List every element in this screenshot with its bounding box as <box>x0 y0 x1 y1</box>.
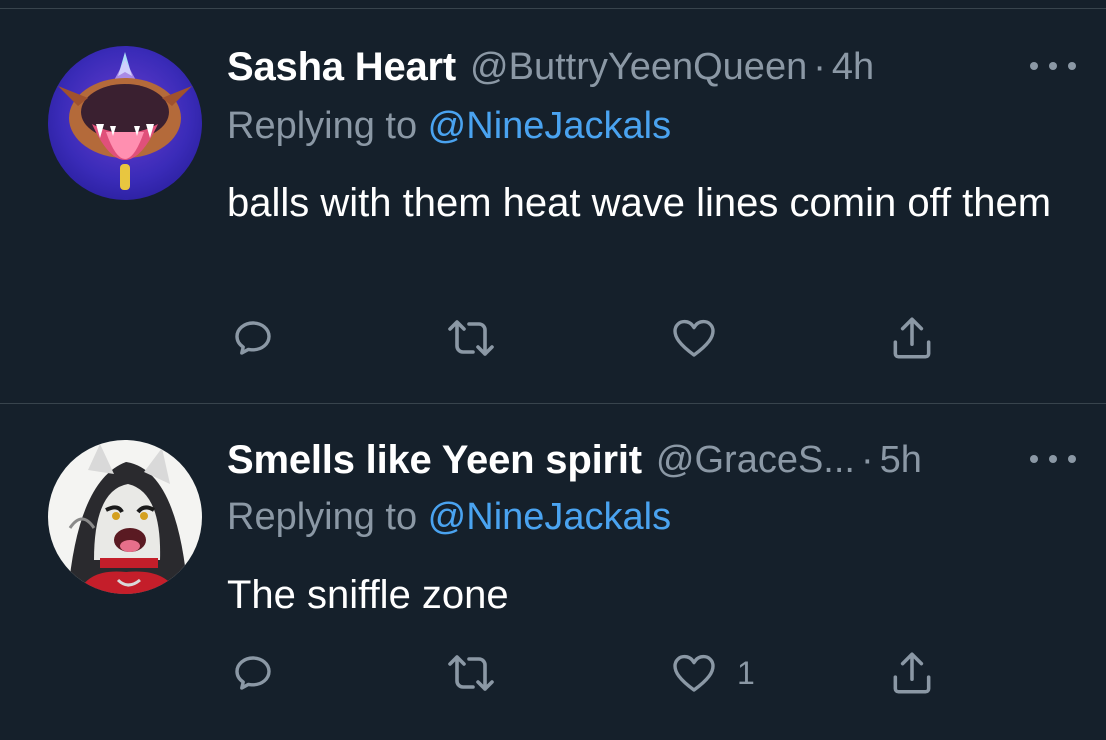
avatar-image <box>48 46 202 200</box>
replying-prefix: Replying to <box>227 496 428 538</box>
share-icon <box>893 652 931 694</box>
separator-dot: · <box>860 438 874 481</box>
like-button[interactable]: 1 <box>669 648 755 698</box>
timestamp[interactable]: 4h <box>832 46 874 89</box>
retweet-button[interactable] <box>445 313 515 363</box>
mention-link[interactable]: @NineJackals <box>428 496 671 538</box>
tweet-text: The sniffle zone <box>227 573 509 617</box>
reply-button[interactable] <box>229 313 295 363</box>
replying-to: Replying to @NineJackals <box>227 105 671 148</box>
reply-icon <box>235 321 271 355</box>
reply-button[interactable] <box>229 648 295 698</box>
separator-dot: · <box>813 45 826 88</box>
avatar[interactable] <box>48 46 202 200</box>
more-icon[interactable] <box>1030 444 1076 474</box>
user-handle[interactable]: @GraceS... <box>656 439 855 482</box>
like-button[interactable] <box>669 313 737 363</box>
share-button[interactable] <box>887 648 937 698</box>
action-bar <box>227 313 947 363</box>
tweet-header: Sasha Heart @ButtryYeenQueen · 4h <box>227 41 1076 93</box>
user-handle[interactable]: @ButtryYeenQueen <box>470 46 807 89</box>
mention-link[interactable]: @NineJackals <box>428 105 671 147</box>
display-name[interactable]: Smells like Yeen spirit <box>227 438 642 483</box>
reply-feed: Sasha Heart @ButtryYeenQueen · 4h Replyi… <box>0 0 1106 740</box>
like-count: 1 <box>737 654 755 691</box>
heart-icon <box>673 654 715 692</box>
reply-icon <box>235 656 271 690</box>
retweet-icon <box>448 320 494 356</box>
share-icon <box>893 317 931 359</box>
tweet[interactable]: Smells like Yeen spirit @GraceS... · 5h … <box>0 404 1106 740</box>
tweet-text: balls with them heat wave lines comin of… <box>227 181 1052 225</box>
more-icon[interactable] <box>1030 51 1076 81</box>
avatar-image <box>48 440 202 594</box>
display-name[interactable]: Sasha Heart <box>227 45 456 90</box>
retweet-icon <box>448 655 494 691</box>
heart-icon <box>673 319 715 357</box>
avatar[interactable] <box>48 440 202 594</box>
timestamp[interactable]: 5h <box>880 439 922 482</box>
action-bar: 1 <box>227 648 947 698</box>
share-button[interactable] <box>887 313 937 363</box>
replying-to: Replying to @NineJackals <box>227 496 671 539</box>
retweet-button[interactable] <box>445 648 515 698</box>
tweet[interactable]: Sasha Heart @ButtryYeenQueen · 4h Replyi… <box>0 9 1106 403</box>
replying-prefix: Replying to <box>227 105 428 147</box>
tweet-header: Smells like Yeen spirit @GraceS... · 5h <box>227 434 1076 486</box>
